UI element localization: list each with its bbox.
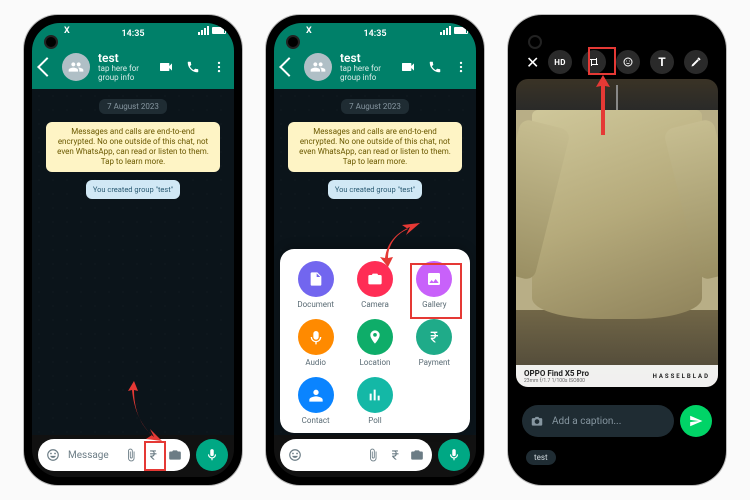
rupee-icon[interactable] (388, 448, 402, 462)
watermark-meta: 23mm f/1.7 1/100s ISO800 (524, 378, 589, 384)
voice-call-icon[interactable] (186, 60, 200, 74)
signal-icon (198, 26, 209, 35)
camera-icon[interactable] (410, 448, 424, 462)
send-button[interactable] (680, 405, 712, 437)
caption-pill[interactable]: Add a caption... (522, 405, 674, 437)
chat-header[interactable]: test tap here for group info (274, 45, 476, 89)
emoji-icon[interactable] (288, 448, 302, 462)
recipient-chip[interactable]: test (526, 450, 556, 465)
camera-punch-hole (44, 35, 58, 49)
attach-audio[interactable]: Audio (298, 319, 334, 367)
back-icon[interactable] (37, 57, 57, 77)
phone-frame-3: ✕ HD T OPPO Find X5 Pro 23mm f/1.7 1/100… (508, 15, 726, 485)
close-icon[interactable]: ✕ (526, 53, 539, 72)
voice-call-icon[interactable] (428, 60, 442, 74)
attach-camera[interactable]: Camera (357, 261, 393, 309)
arrow-gallery (380, 223, 420, 267)
arrow-hd (596, 75, 610, 135)
group-avatar[interactable] (304, 53, 332, 81)
photo-preview[interactable]: OPPO Find X5 Pro 23mm f/1.7 1/100s ISO80… (516, 79, 718, 387)
hd-toggle[interactable]: HD (548, 50, 572, 74)
chat-subtitle: tap here for group info (340, 65, 392, 83)
attach-icon[interactable] (124, 448, 138, 462)
attach-location[interactable]: Location (357, 319, 393, 367)
camera-punch-hole (528, 35, 542, 49)
sticker-icon[interactable] (616, 50, 640, 74)
chat-title: test (340, 52, 392, 65)
more-icon[interactable] (454, 60, 468, 74)
chat-title: test (98, 52, 150, 65)
editor-toolbar: ✕ HD T (516, 45, 718, 79)
watermark-model: OPPO Find X5 Pro (524, 369, 589, 378)
encryption-notice[interactable]: Messages and calls are end-to-end encryp… (288, 122, 462, 172)
status-bar (516, 23, 718, 45)
input-bar: Message (38, 439, 228, 471)
video-call-icon[interactable] (158, 59, 174, 75)
date-pill: 7 August 2023 (99, 99, 167, 114)
rupee-icon[interactable] (146, 448, 160, 462)
attach-poll[interactable]: Poll (357, 377, 393, 425)
x-icon: X (306, 26, 312, 36)
status-bar: X 14:35 (32, 23, 234, 45)
attach-payment[interactable]: Payment (416, 319, 452, 367)
screen-1: X 14:35 test tap here for group info (32, 23, 234, 477)
back-icon[interactable] (279, 57, 299, 77)
video-call-icon[interactable] (400, 59, 416, 75)
status-time: 14:35 (121, 29, 144, 39)
system-message: You created group "test" (328, 180, 422, 199)
input-bar (280, 439, 470, 471)
encryption-notice[interactable]: Messages and calls are end-to-end encryp… (46, 122, 220, 172)
crop-rotate-icon[interactable] (582, 50, 606, 74)
more-icon[interactable] (212, 60, 226, 74)
attach-document[interactable]: Document (297, 261, 334, 309)
message-input[interactable]: Message (68, 450, 116, 461)
phone-frame-1: X 14:35 test tap here for group info (24, 15, 242, 485)
chat-subtitle: tap here for group info (98, 65, 150, 83)
screen-3: ✕ HD T OPPO Find X5 Pro 23mm f/1.7 1/100… (516, 23, 718, 477)
battery-icon (454, 27, 468, 34)
mic-button[interactable] (196, 439, 228, 471)
text-icon[interactable]: T (650, 50, 674, 74)
camera-punch-hole (286, 35, 300, 49)
watermark-bar: OPPO Find X5 Pro 23mm f/1.7 1/100s ISO80… (516, 365, 718, 387)
system-message: You created group "test" (86, 180, 180, 199)
message-pill[interactable]: Message (38, 439, 190, 471)
signal-icon (440, 26, 451, 35)
battery-icon (212, 27, 226, 34)
phone-frame-2: X 14:35 test tap here for group info (266, 15, 484, 485)
jacket-shape (532, 110, 702, 319)
x-icon: X (64, 26, 70, 36)
group-avatar[interactable] (62, 53, 90, 81)
caption-bar: Add a caption... (522, 405, 712, 437)
date-pill: 7 August 2023 (341, 99, 409, 114)
status-bar: X 14:35 (274, 23, 476, 45)
draw-icon[interactable] (684, 50, 708, 74)
mic-button[interactable] (438, 439, 470, 471)
caption-input[interactable]: Add a caption... (552, 416, 666, 427)
status-time: 14:35 (363, 29, 386, 39)
add-photo-icon[interactable] (530, 414, 544, 428)
screen-2: X 14:35 test tap here for group info (274, 23, 476, 477)
attach-gallery[interactable]: Gallery (416, 261, 452, 309)
emoji-icon[interactable] (46, 448, 60, 462)
camera-icon[interactable] (168, 448, 182, 462)
attach-panel: Document Camera Gallery Audio Location P… (280, 249, 470, 433)
message-pill[interactable] (280, 439, 432, 471)
watermark-brand: HASSELBLAD (653, 373, 710, 380)
attach-icon[interactable] (366, 448, 380, 462)
attach-contact[interactable]: Contact (298, 377, 334, 425)
arrow-attach (128, 381, 162, 441)
chat-header[interactable]: test tap here for group info (32, 45, 234, 89)
